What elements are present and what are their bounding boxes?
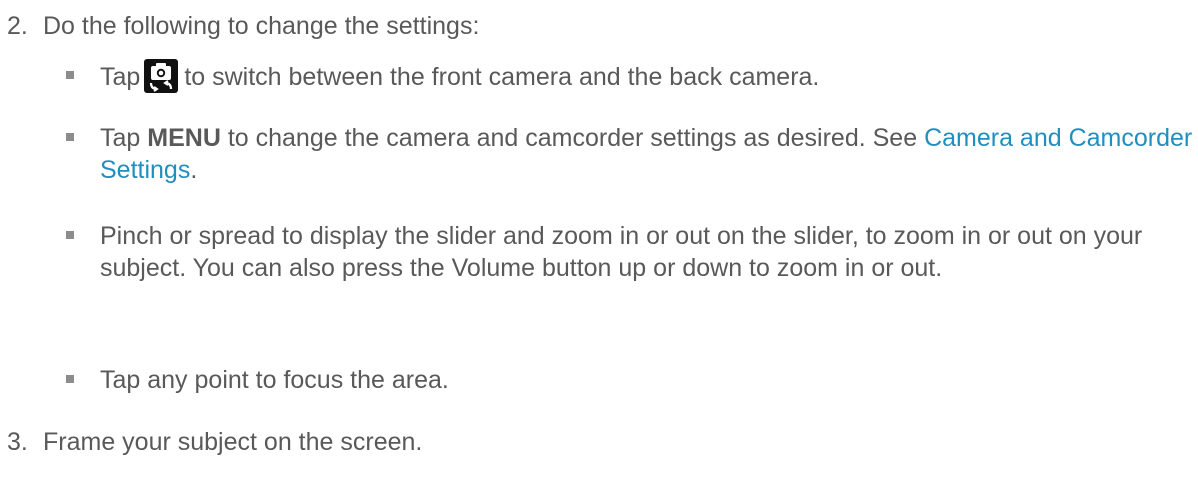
step-number: 3.: [7, 428, 28, 456]
step-2: 2. Do the following to change the setting…: [7, 11, 479, 41]
bullet-text-end: .: [190, 156, 198, 184]
bullet-item: Tap MENU to change the camera and camcor…: [100, 122, 1198, 186]
bullet-text-middle: to change the camera and camcorder setti…: [220, 124, 925, 152]
bullet-marker: [66, 71, 74, 79]
bullet-marker: [66, 375, 74, 383]
step-text: Frame your subject on the screen.: [43, 428, 423, 456]
menu-keyword: MENU: [147, 124, 221, 152]
step-number: 2.: [7, 12, 28, 40]
step-3: 3. Frame your subject on the screen.: [7, 427, 422, 457]
bullet-item: Pinch or spread to display the slider an…: [100, 220, 1198, 284]
step-text: Do the following to change the settings:: [43, 12, 480, 40]
bullet-item: Tap to switch between the front camera a…: [100, 59, 1198, 93]
bullet-text: Pinch or spread to display the slider an…: [100, 222, 1143, 282]
camera-switch-icon: [144, 59, 179, 93]
bullet-text-before: Tap: [100, 124, 148, 152]
bullet-text-before: Tap: [100, 63, 141, 91]
bullet-marker: [66, 133, 74, 141]
bullet-text: Tap any point to focus the area.: [100, 366, 449, 394]
bullet-item: Tap any point to focus the area.: [100, 364, 1198, 396]
bullet-marker: [66, 231, 74, 239]
bullet-text-after: to switch between the front camera and t…: [184, 63, 820, 91]
